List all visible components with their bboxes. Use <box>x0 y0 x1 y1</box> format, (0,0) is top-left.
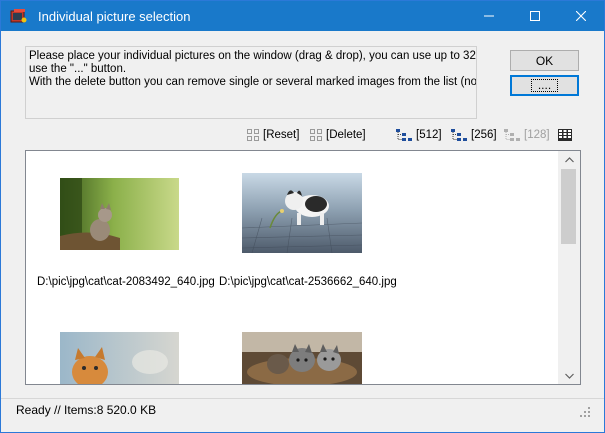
picture-list[interactable]: D:\pic\jpg\cat\cat-2083492_640.jpg D:\pi… <box>25 150 581 385</box>
app-icon <box>10 9 27 23</box>
status-text: Ready // Items:8 520.0 KB <box>16 403 157 417</box>
vertical-scrollbar[interactable] <box>558 151 580 384</box>
browse-button[interactable]: .... <box>510 75 579 96</box>
delete-icon <box>310 129 322 141</box>
list-item[interactable] <box>60 178 179 250</box>
tree-view-icon <box>451 129 467 141</box>
tree-view-icon <box>504 129 520 141</box>
list-item-path: D:\pic\jpg\cat\cat-2536662_640.jpg <box>219 276 397 288</box>
close-button[interactable] <box>558 1 604 31</box>
size-512-button[interactable]: [512] <box>396 128 442 142</box>
reset-icon <box>247 129 259 141</box>
browse-button-label: .... <box>530 79 559 92</box>
maximize-icon <box>530 11 540 21</box>
cat-photo-2-icon <box>241 173 363 254</box>
minimize-button[interactable] <box>466 1 512 31</box>
chevron-up-icon <box>564 156 574 162</box>
reset-button[interactable]: [Reset] <box>247 128 299 142</box>
scroll-down-button[interactable] <box>558 367 580 384</box>
picture-selection-window: Individual picture selection Please plac… <box>0 0 605 433</box>
reset-label: [Reset] <box>263 129 300 141</box>
list-item[interactable] <box>60 332 179 384</box>
instructions-line-1: Please place your individual pictures on… <box>29 50 476 62</box>
list-item[interactable] <box>241 173 363 254</box>
instructions-text: Please place your individual pictures on… <box>25 46 477 119</box>
minimize-icon <box>484 15 494 17</box>
delete-button[interactable]: [Delete] <box>310 128 366 142</box>
size-512-label: [512] <box>416 129 442 141</box>
delete-label: [Delete] <box>326 129 366 141</box>
scroll-up-button[interactable] <box>558 151 580 168</box>
grid-icon <box>558 129 572 141</box>
list-item[interactable] <box>242 332 362 384</box>
tree-view-icon <box>396 129 412 141</box>
cat-photo-3-icon <box>60 332 179 384</box>
list-item-path: D:\pic\jpg\cat\cat-2083492_640.jpg <box>37 276 215 288</box>
size-128-button[interactable]: [128] <box>504 128 550 142</box>
grid-view-button[interactable] <box>558 128 572 142</box>
chevron-down-icon <box>564 373 574 379</box>
cat-photo-4-icon <box>242 332 362 384</box>
size-256-label: [256] <box>471 129 497 141</box>
ok-button[interactable]: OK <box>510 50 579 71</box>
instructions-line-2: use the "..." button. <box>29 63 127 75</box>
window-title: Individual picture selection <box>38 9 191 24</box>
close-icon <box>576 11 586 21</box>
status-bar: Ready // Items:8 520.0 KB <box>1 398 604 432</box>
resize-grip-icon[interactable] <box>579 406 591 418</box>
title-bar[interactable]: Individual picture selection <box>1 1 604 31</box>
cat-photo-1-icon <box>60 178 179 250</box>
size-128-label: [128] <box>524 129 550 141</box>
scrollbar-thumb[interactable] <box>561 169 576 244</box>
size-256-button[interactable]: [256] <box>451 128 497 142</box>
maximize-button[interactable] <box>512 1 558 31</box>
instructions-line-3: With the delete button you can remove si… <box>29 76 477 88</box>
